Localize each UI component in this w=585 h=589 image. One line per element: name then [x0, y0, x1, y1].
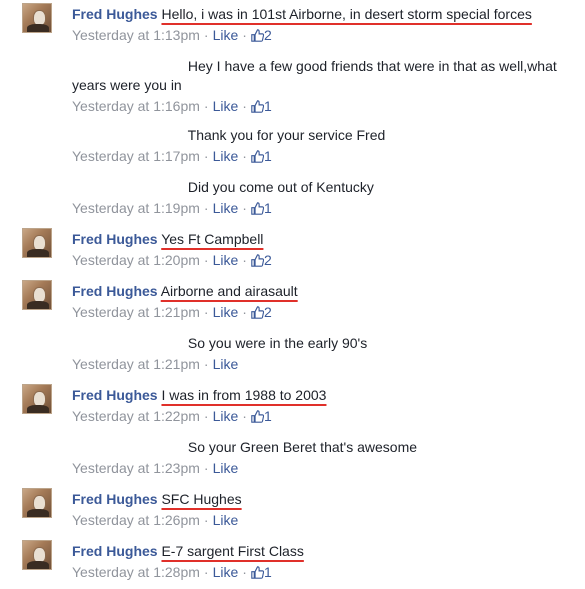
avatar[interactable]: [22, 3, 52, 33]
comment-meta: Yesterday at 1:21pm · Like · 2: [72, 304, 272, 320]
like-count[interactable]: 1: [264, 564, 272, 580]
comment-meta: Yesterday at 1:22pm · Like · 1: [72, 408, 272, 424]
avatar[interactable]: [22, 384, 52, 414]
like-count[interactable]: 2: [264, 27, 272, 43]
thumbs-up-icon[interactable]: [251, 254, 264, 267]
author-link[interactable]: [72, 337, 184, 351]
thumbs-up-icon[interactable]: [251, 100, 264, 113]
comment-text: I was in from 1988 to 2003: [161, 387, 327, 403]
thumbs-up-icon[interactable]: [251, 306, 264, 319]
avatar[interactable]: [22, 124, 52, 154]
timestamp[interactable]: Yesterday at 1:20pm: [72, 252, 200, 268]
comment: Fred Hughes Airborne and airasault Yeste…: [0, 277, 585, 329]
thumbs-up-icon[interactable]: [251, 202, 264, 215]
timestamp[interactable]: Yesterday at 1:16pm: [72, 98, 200, 114]
comment-text: Did you come out of Kentucky: [187, 179, 374, 195]
timestamp[interactable]: Yesterday at 1:23pm: [72, 460, 200, 476]
avatar[interactable]: [22, 176, 52, 206]
comment-meta: Yesterday at 1:19pm · Like · 1: [72, 200, 272, 216]
avatar[interactable]: [22, 540, 52, 570]
thumbs-up-icon[interactable]: [251, 150, 264, 163]
like-button[interactable]: Like: [213, 304, 239, 320]
like-count[interactable]: 1: [264, 148, 272, 164]
comment-meta: Yesterday at 1:16pm · Like · 1: [72, 98, 272, 114]
author-link[interactable]: Fred Hughes: [72, 283, 158, 299]
author-link[interactable]: [72, 441, 184, 455]
like-button[interactable]: Like: [213, 27, 239, 43]
comment-meta: Yesterday at 1:26pm · Like: [72, 512, 239, 528]
author-link[interactable]: Fred Hughes: [72, 387, 158, 403]
like-count[interactable]: 1: [264, 408, 272, 424]
avatar[interactable]: [22, 228, 52, 258]
like-button[interactable]: Like: [213, 200, 239, 216]
like-button[interactable]: Like: [213, 252, 239, 268]
like-button[interactable]: Like: [213, 148, 239, 164]
like-button[interactable]: Like: [213, 356, 239, 372]
comment-meta: Yesterday at 1:20pm · Like · 2: [72, 252, 272, 268]
comment: Fred Hughes Hello, i was in 101st Airbor…: [0, 0, 585, 52]
timestamp[interactable]: Yesterday at 1:28pm: [72, 564, 200, 580]
comment-text: Yes Ft Campbell: [161, 231, 264, 247]
avatar[interactable]: [22, 488, 52, 518]
like-button[interactable]: Like: [213, 408, 239, 424]
comment: Did you come out of Kentucky Yesterday a…: [0, 173, 585, 225]
author-link[interactable]: Fred Hughes: [72, 491, 158, 507]
like-button[interactable]: Like: [213, 512, 239, 528]
author-link[interactable]: Fred Hughes: [72, 543, 158, 559]
timestamp[interactable]: Yesterday at 1:21pm: [72, 304, 200, 320]
comment-text: Thank you for your service Fred: [187, 127, 386, 143]
like-button[interactable]: Like: [213, 98, 239, 114]
author-link[interactable]: [72, 129, 184, 143]
thumbs-up-icon[interactable]: [251, 29, 264, 42]
comment-text: E-7 sargent First Class: [161, 543, 304, 559]
avatar[interactable]: [22, 436, 52, 466]
timestamp[interactable]: Yesterday at 1:13pm: [72, 27, 200, 43]
comment: Fred Hughes E-7 sargent First Class Yest…: [0, 537, 585, 589]
comment-thread: Fred Hughes Hello, i was in 101st Airbor…: [0, 0, 585, 589]
avatar[interactable]: [22, 332, 52, 362]
like-count[interactable]: 2: [264, 252, 272, 268]
like-count[interactable]: 1: [264, 98, 272, 114]
author-link[interactable]: Fred Hughes: [72, 6, 158, 22]
comment: Hey I have a few good friends that were …: [0, 52, 585, 121]
comment-text: SFC Hughes: [161, 491, 242, 507]
comment-meta: Yesterday at 1:21pm · Like: [72, 356, 239, 372]
avatar[interactable]: [22, 55, 52, 85]
author-link[interactable]: [72, 181, 184, 195]
comment-meta: Yesterday at 1:23pm · Like: [72, 460, 239, 476]
author-link[interactable]: [72, 60, 184, 74]
comment-text: So you were in the early 90's: [187, 335, 368, 351]
thumbs-up-icon[interactable]: [251, 566, 264, 579]
timestamp[interactable]: Yesterday at 1:19pm: [72, 200, 200, 216]
like-count[interactable]: 1: [264, 200, 272, 216]
comment: So your Green Beret that's awesome Yeste…: [0, 433, 585, 485]
avatar[interactable]: [22, 280, 52, 310]
comment: Fred Hughes Yes Ft Campbell Yesterday at…: [0, 225, 585, 277]
comment: Thank you for your service Fred Yesterda…: [0, 121, 585, 173]
comment-meta: Yesterday at 1:28pm · Like · 1: [72, 564, 272, 580]
timestamp[interactable]: Yesterday at 1:21pm: [72, 356, 200, 372]
comment-meta: Yesterday at 1:17pm · Like · 1: [72, 148, 272, 164]
author-link[interactable]: Fred Hughes: [72, 231, 158, 247]
comment-text: So your Green Beret that's awesome: [187, 439, 418, 455]
like-button[interactable]: Like: [213, 460, 239, 476]
like-button[interactable]: Like: [213, 564, 239, 580]
thumbs-up-icon[interactable]: [251, 410, 264, 423]
comment: Fred Hughes I was in from 1988 to 2003 Y…: [0, 381, 585, 433]
comment-meta: Yesterday at 1:13pm · Like · 2: [72, 27, 272, 43]
timestamp[interactable]: Yesterday at 1:26pm: [72, 512, 200, 528]
like-count[interactable]: 2: [264, 304, 272, 320]
timestamp[interactable]: Yesterday at 1:22pm: [72, 408, 200, 424]
timestamp[interactable]: Yesterday at 1:17pm: [72, 148, 200, 164]
comment: So you were in the early 90's Yesterday …: [0, 329, 585, 381]
comment: Fred Hughes SFC Hughes Yesterday at 1:26…: [0, 485, 585, 537]
comment-text: Airborne and airasault: [160, 283, 298, 299]
comment-text: Hello, i was in 101st Airborne, in deser…: [161, 6, 532, 22]
